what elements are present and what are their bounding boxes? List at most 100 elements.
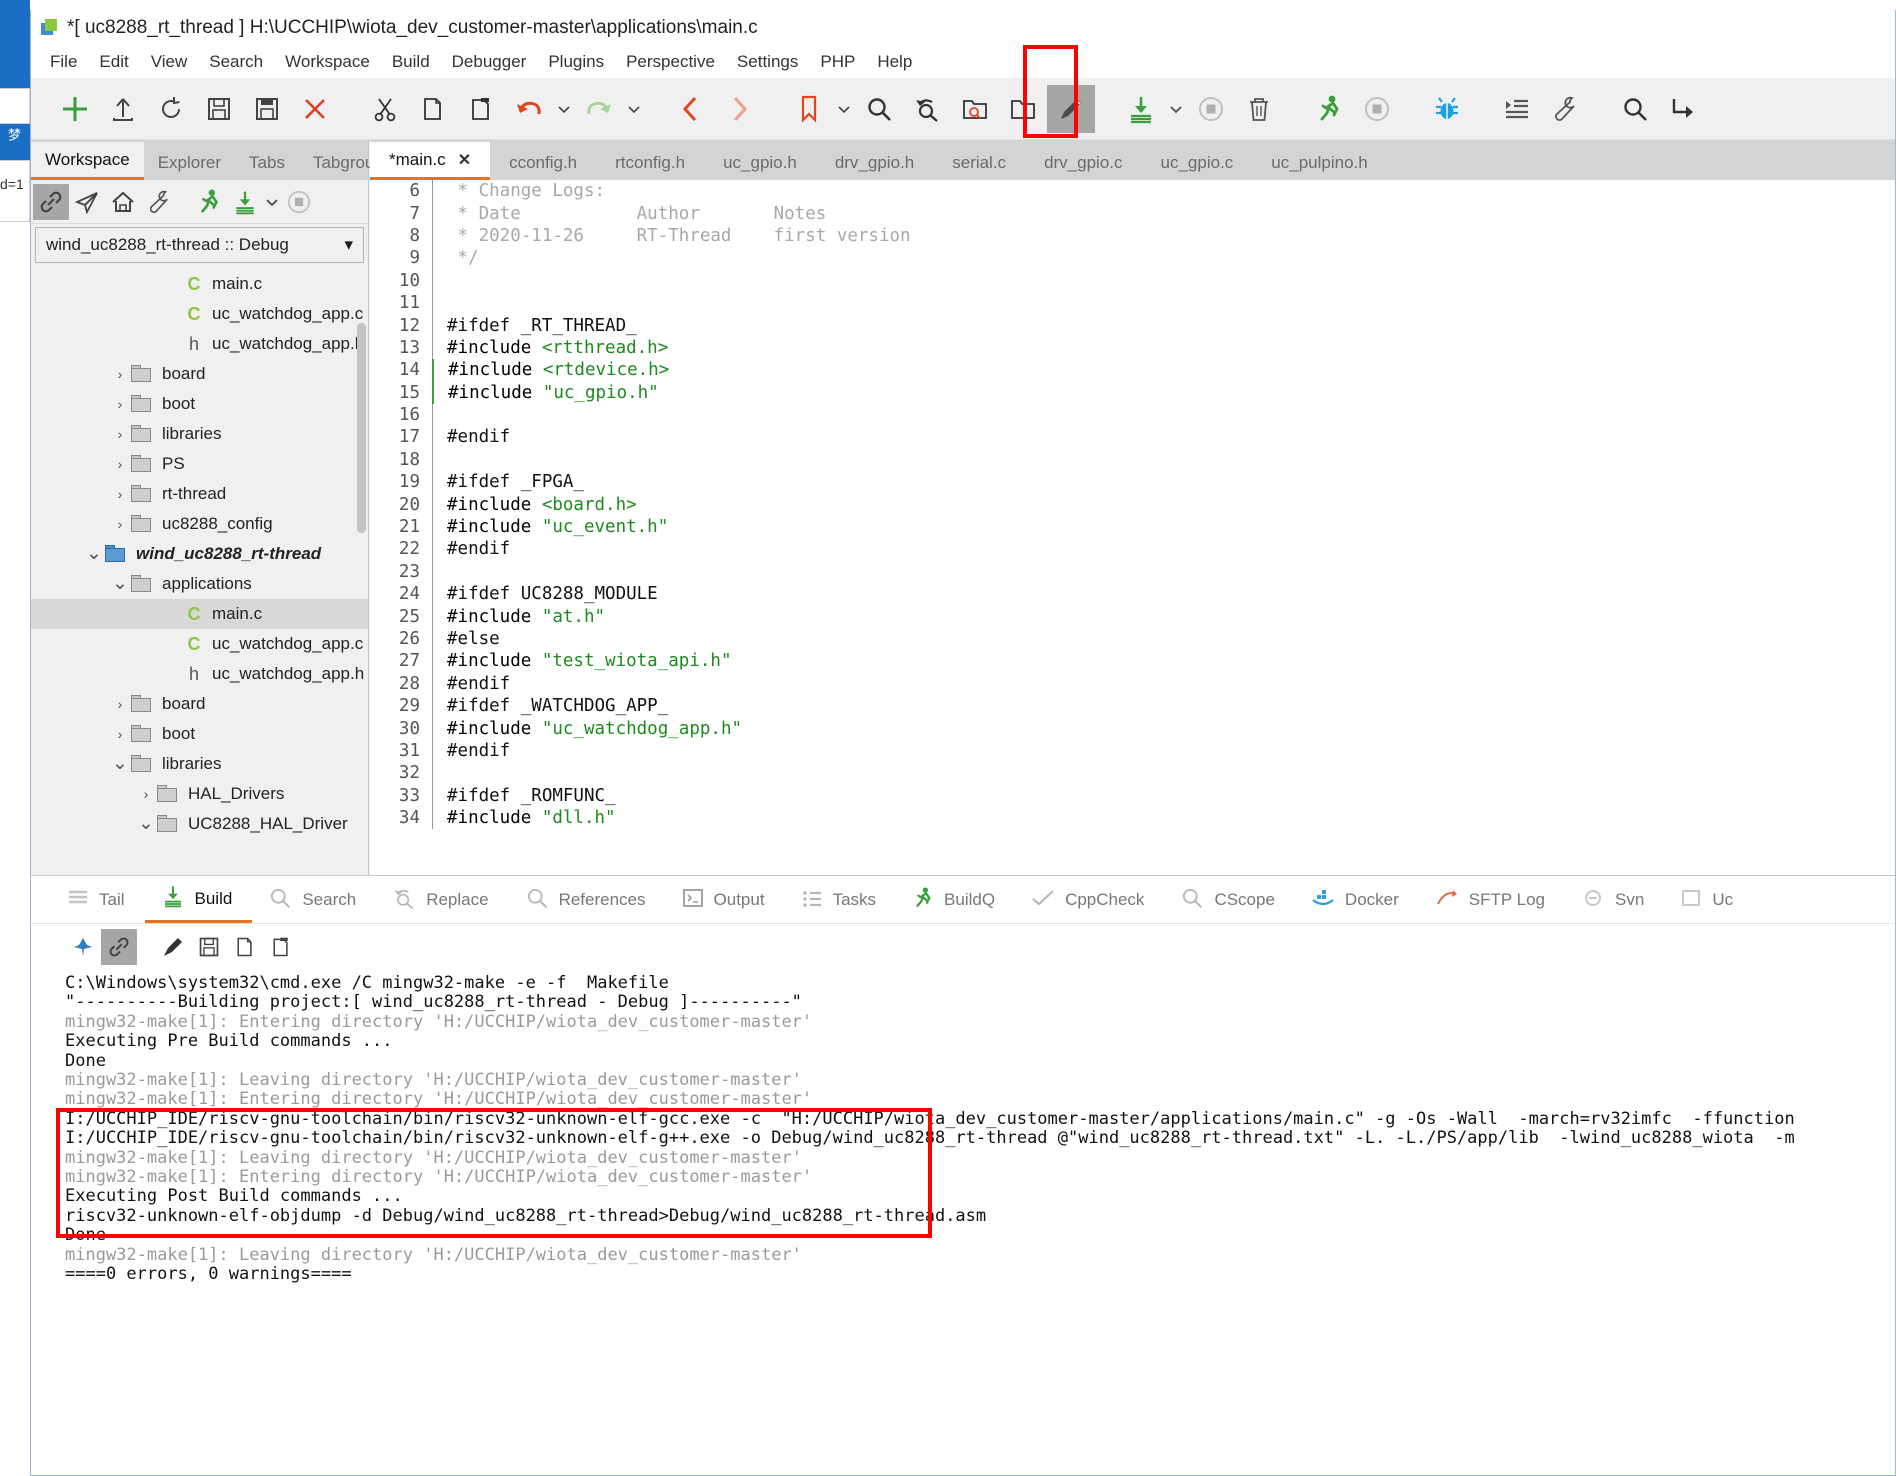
editor-tab[interactable]: drv_gpio.h [816, 145, 933, 180]
pin-button[interactable] [65, 929, 101, 965]
editor-tab[interactable]: uc_gpio.h [704, 145, 816, 180]
nav-forward-button[interactable] [715, 85, 763, 133]
bottom-tab[interactable]: CScope [1164, 877, 1294, 923]
bottom-tab[interactable]: Uc [1664, 877, 1753, 923]
chevron-down-icon[interactable]: ⌄ [83, 544, 105, 563]
chevron-right-icon[interactable]: › [109, 486, 131, 502]
chevron-right-icon[interactable]: › [109, 516, 131, 532]
redo-button[interactable] [575, 85, 623, 133]
find-button[interactable] [855, 85, 903, 133]
bottom-tab[interactable]: Search [252, 877, 376, 923]
tree-item[interactable]: Cuc_watchdog_app.c [31, 299, 368, 329]
chevron-right-icon[interactable]: › [109, 726, 131, 742]
build-project-dropdown-caret[interactable] [263, 184, 281, 220]
tab-tabs[interactable]: Tabs [235, 145, 299, 180]
copy-console-button[interactable] [227, 929, 263, 965]
goto-button[interactable] [1659, 85, 1707, 133]
save-all-button[interactable] [243, 85, 291, 133]
close-file-button[interactable] [291, 85, 339, 133]
close-icon[interactable]: ✕ [458, 150, 471, 170]
copy-all-button[interactable] [263, 929, 299, 965]
menu-perspective[interactable]: Perspective [615, 48, 726, 76]
tree-item[interactable]: ⌄ applications [31, 569, 368, 599]
link-button[interactable] [33, 183, 69, 220]
cut-button[interactable] [361, 85, 409, 133]
build-download-button[interactable] [1117, 85, 1165, 133]
project-selector[interactable]: wind_uc8288_rt-thread :: Debug ▾ [35, 227, 364, 263]
tree-item[interactable]: › boot [31, 389, 368, 419]
copy-button[interactable] [409, 85, 457, 133]
menu-search[interactable]: Search [198, 48, 274, 76]
nav-back-button[interactable] [667, 85, 715, 133]
bottom-tab[interactable]: Docker [1295, 877, 1419, 923]
configure-button[interactable] [141, 184, 177, 220]
undo-dropdown-caret[interactable] [553, 85, 575, 133]
stop-project-button[interactable] [281, 184, 317, 220]
run-button[interactable] [1305, 85, 1353, 133]
chevron-right-icon[interactable]: › [109, 426, 131, 442]
search2-button[interactable] [1611, 85, 1659, 133]
debug-button[interactable] [1423, 85, 1471, 133]
project-tree[interactable]: Cmain.c Cuc_watchdog_app.c h uc_watchdog_ap… [31, 263, 368, 968]
tree-item[interactable]: › HAL_Drivers [31, 779, 368, 809]
redo-dropdown-caret[interactable] [623, 85, 645, 133]
open-file-button[interactable] [99, 85, 147, 133]
build-project-button[interactable] [227, 184, 263, 220]
chevron-down-icon[interactable]: ⌄ [135, 814, 157, 833]
tree-item[interactable]: Cuc_watchdog_app.c [31, 629, 368, 659]
tree-item[interactable]: › libraries [31, 419, 368, 449]
save-console-button[interactable] [191, 929, 227, 965]
bookmark-dropdown-caret[interactable] [833, 85, 855, 133]
bottom-tab[interactable]: Output [666, 877, 785, 923]
code-editor[interactable]: 6 * Change Logs: 7 * Date Author Notes 8 *… [370, 180, 1895, 968]
chevron-right-icon[interactable]: › [109, 456, 131, 472]
tree-item[interactable]: ⌄ libraries [31, 749, 368, 779]
tab-workspace[interactable]: Workspace [31, 142, 144, 180]
send-button[interactable] [69, 184, 105, 220]
editor-tab[interactable]: rtconfig.h [596, 145, 704, 180]
settings-button[interactable] [1541, 85, 1589, 133]
tree-scrollbar[interactable] [357, 323, 366, 533]
bottom-tab[interactable]: Tail [51, 877, 145, 923]
tree-item[interactable]: › rt-thread [31, 479, 368, 509]
bottom-tab[interactable]: Replace [376, 877, 508, 923]
editor-tab[interactable]: cconfig.h [490, 145, 596, 180]
clean-button[interactable] [1235, 85, 1283, 133]
chevron-right-icon[interactable]: › [135, 786, 157, 802]
undo-button[interactable] [505, 85, 553, 133]
menu-workspace[interactable]: Workspace [274, 48, 381, 76]
clear-console-button[interactable] [155, 929, 191, 965]
tree-item[interactable]: › board [31, 359, 368, 389]
tree-item[interactable]: › PS [31, 449, 368, 479]
chevron-down-icon[interactable]: ⌄ [109, 754, 131, 773]
editor-tab[interactable]: drv_gpio.c [1025, 145, 1141, 180]
build-console[interactable]: C:\Windows\system32\cmd.exe /C mingw32-m… [31, 970, 1895, 1470]
tab-explorer[interactable]: Explorer [144, 145, 235, 180]
menu-help[interactable]: Help [866, 48, 923, 76]
find-in-files-button[interactable] [951, 85, 999, 133]
editor-tab[interactable]: *main.c ✕ [370, 142, 491, 180]
new-file-button[interactable] [51, 85, 99, 133]
menu-file[interactable]: File [39, 48, 88, 76]
tree-item[interactable]: ⌄ UC8288_HAL_Driver [31, 809, 368, 839]
stop-run-button[interactable] [1353, 85, 1401, 133]
bookmark-button[interactable] [785, 85, 833, 133]
bottom-tab[interactable]: Build [144, 877, 253, 923]
bottom-tab[interactable]: CppCheck [1015, 877, 1164, 923]
stop-build-button[interactable] [1187, 85, 1235, 133]
save-button[interactable] [195, 85, 243, 133]
chevron-right-icon[interactable]: › [109, 366, 131, 382]
tree-item[interactable]: › board [31, 689, 368, 719]
tree-item[interactable]: › uc8288_config [31, 509, 368, 539]
bottom-tab[interactable]: BuildQ [896, 877, 1015, 923]
paste-button[interactable] [457, 85, 505, 133]
menu-plugins[interactable]: Plugins [537, 48, 615, 76]
menu-debugger[interactable]: Debugger [441, 48, 538, 76]
edit-mode-button[interactable] [1047, 84, 1095, 133]
editor-tab[interactable]: uc_pulpino.h [1252, 145, 1386, 180]
tree-item[interactable]: h uc_watchdog_app.h [31, 329, 368, 359]
bottom-tab[interactable]: References [509, 877, 666, 923]
reload-button[interactable] [147, 85, 195, 133]
editor-tab[interactable]: uc_gpio.c [1142, 145, 1253, 180]
tree-item[interactable]: Cmain.c [31, 599, 368, 629]
